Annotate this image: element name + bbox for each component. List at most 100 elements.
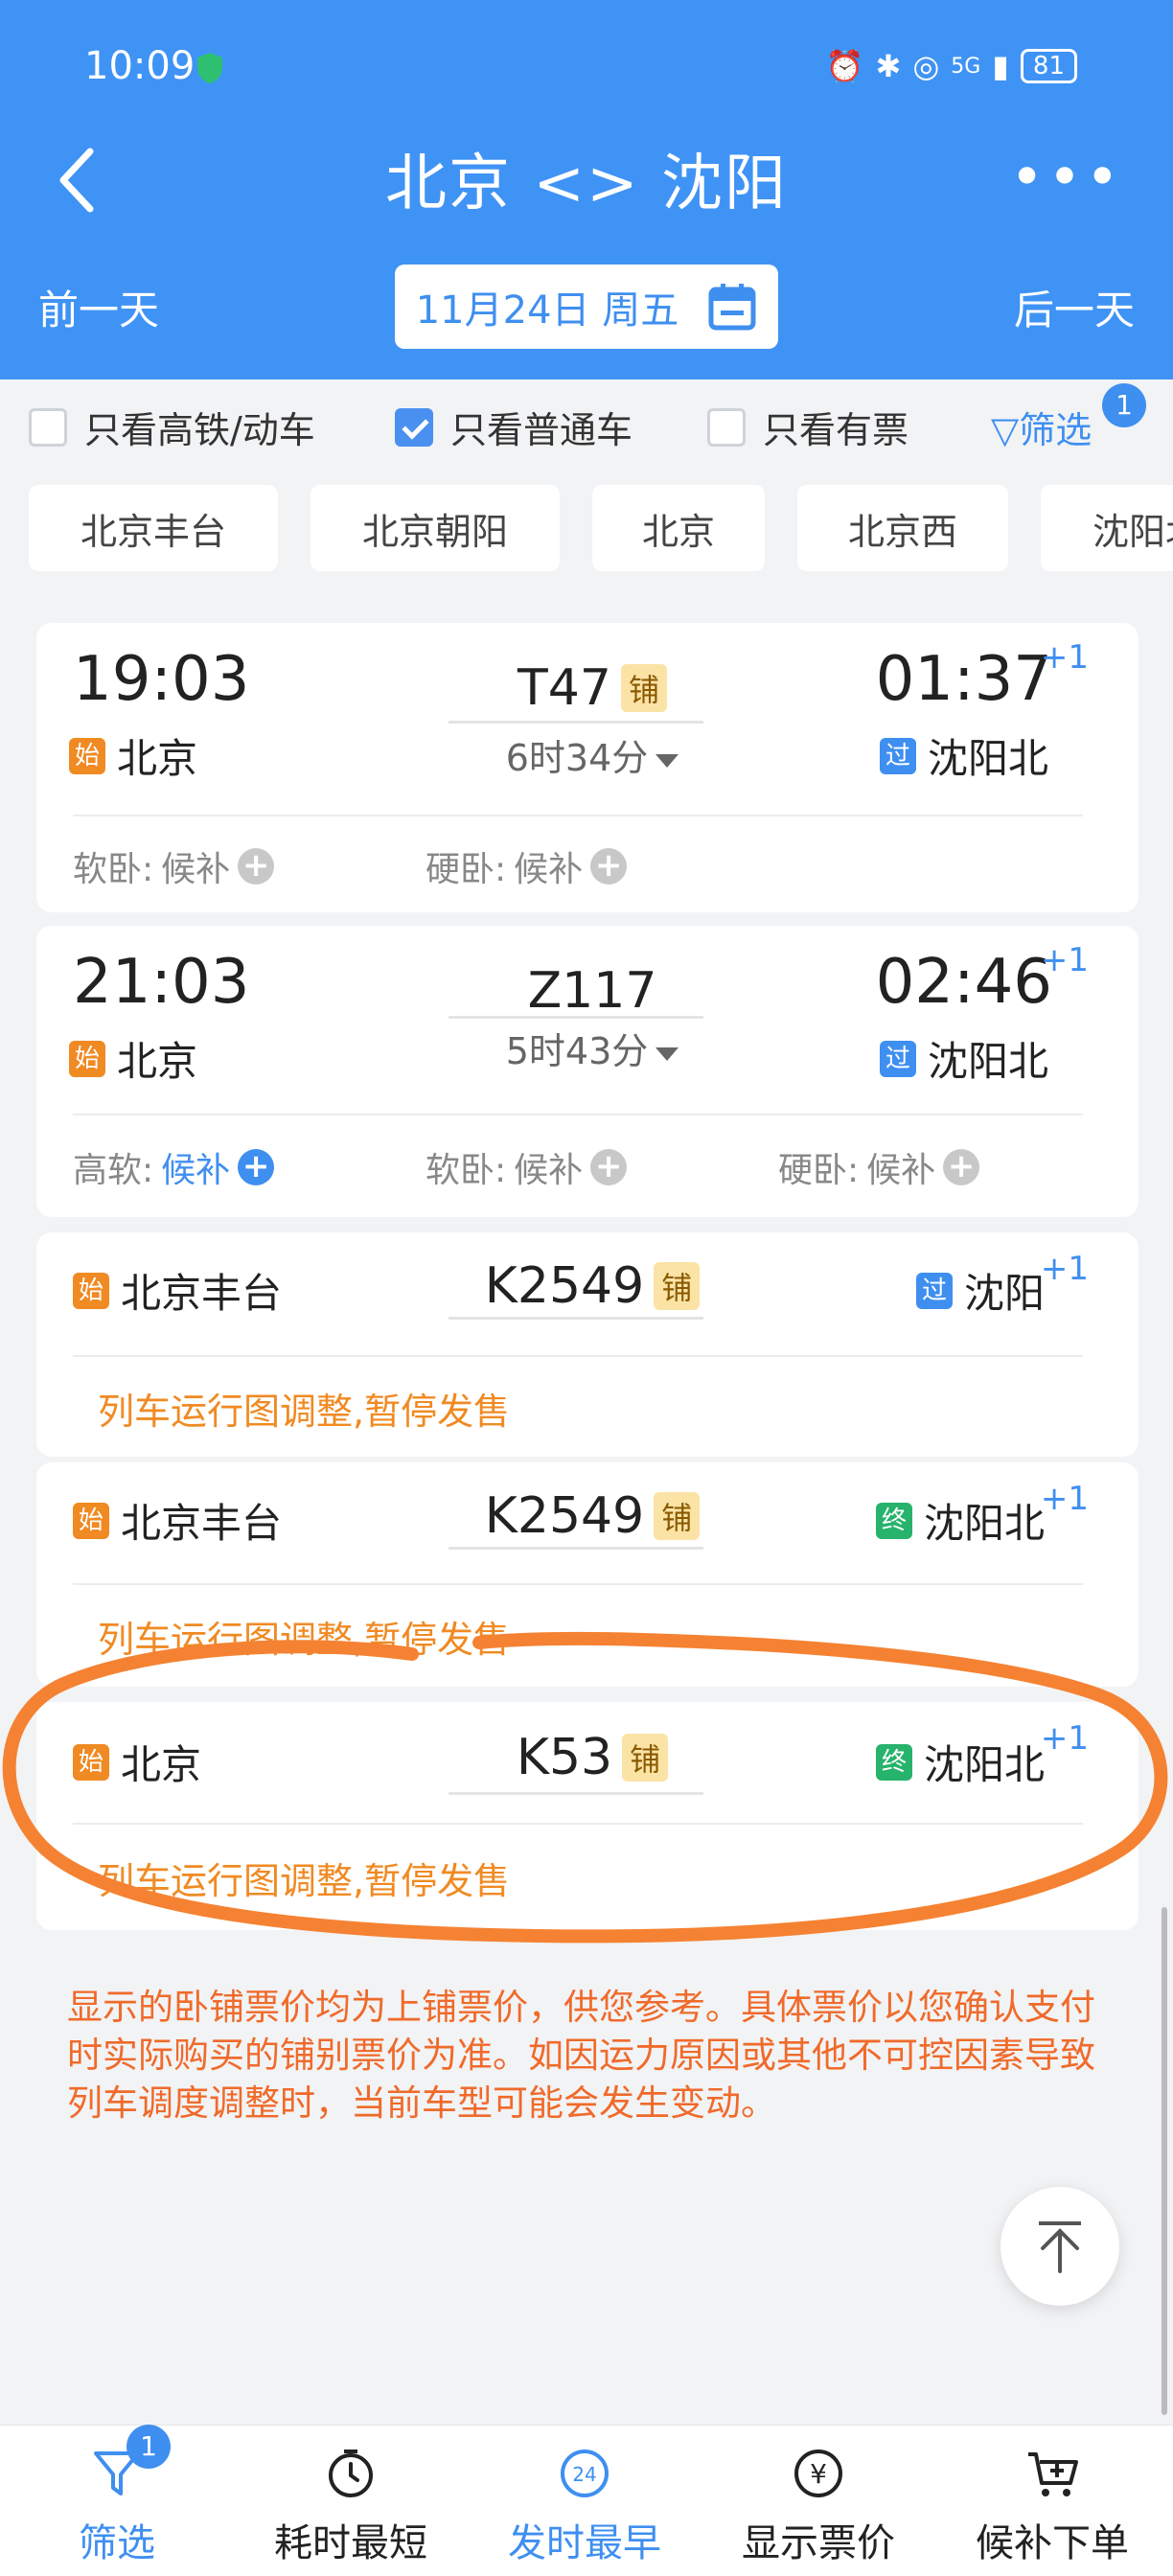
seat-status: 候补 (866, 1151, 936, 1190)
status-time: 10:09 (84, 44, 196, 88)
duration: 6时34分 (448, 728, 736, 781)
train-card[interactable]: 21:03 Z117 5时43分 02:46 +1 始北京 过沈阳北 高软: 候补… (36, 926, 1138, 1217)
tab-label: 耗时最短 (274, 2521, 427, 2565)
tab-label: 发时最早 (508, 2521, 661, 2565)
from-station: 始北京 (73, 1733, 201, 1791)
start-tag: 始 (73, 1743, 109, 1781)
station-tab[interactable]: 北京丰台 (29, 485, 278, 571)
train-card[interactable]: 始北京 K53 铺 终沈阳北 +1 列车运行图调整,暂停发售 (36, 1702, 1138, 1930)
calendar-icon (708, 284, 756, 331)
only-normal-checkbox[interactable]: 只看普通车 (395, 401, 632, 453)
station-tab[interactable]: 北京朝阳 (310, 485, 560, 571)
from-station-name: 北京 (121, 1741, 202, 1788)
only-high-speed-checkbox[interactable]: 只看高铁/动车 (29, 401, 315, 453)
seat-status: 候补 (161, 1151, 231, 1190)
divider (448, 721, 703, 724)
tab-filter[interactable]: 筛选 (0, 2445, 234, 2567)
separator (73, 1823, 1083, 1825)
from-station: 始北京 (69, 726, 197, 785)
from-station-name: 北京丰台 (121, 1500, 283, 1547)
bluetooth-icon: ✱ (875, 48, 902, 84)
train-number-text: Z117 (527, 962, 657, 1020)
seat-name: 硬卧: (778, 1151, 860, 1190)
battery-indicator: 81 (1020, 49, 1077, 83)
berth-tag: 铺 (620, 664, 667, 712)
divider (448, 1547, 703, 1550)
scrollbar[interactable] (1162, 1907, 1167, 2415)
station-tab[interactable]: 沈阳北 (1041, 485, 1173, 571)
from-station-name: 北京 (117, 735, 198, 782)
back-to-top-button[interactable] (1000, 2187, 1119, 2306)
train-number-text: K53 (516, 1729, 613, 1786)
status-icons: ⏰ ✱ ◎ 5G ▮ 81 (826, 48, 1077, 84)
pass-tag: 过 (916, 1272, 953, 1309)
seat-option[interactable]: 软卧: 候补 + (426, 1142, 628, 1192)
seat-option[interactable]: 软卧: 候补 + (73, 841, 275, 891)
train-number: K2549 铺 (448, 1487, 736, 1545)
hotspot-icon: ◎ (912, 48, 940, 84)
sale-suspended-text: 列车运行图调整,暂停发售 (98, 1391, 511, 1433)
tab-waitlist-order[interactable]: 候补下单 (935, 2445, 1169, 2567)
start-tag: 始 (69, 737, 105, 774)
start-tag: 始 (73, 1272, 109, 1309)
tab-earliest-departure[interactable]: 24 发时最早 (468, 2445, 702, 2567)
station-tab[interactable]: 北京 (592, 485, 765, 571)
sale-suspended-text: 列车运行图调整,暂停发售 (98, 1619, 511, 1661)
seat-option[interactable]: 硬卧: 候补 + (778, 1142, 980, 1192)
add-waitlist-icon[interactable]: + (238, 1149, 275, 1185)
next-day-button[interactable]: 后一天 (1014, 278, 1135, 336)
alarm-icon: ⏰ (825, 48, 864, 84)
tab-shortest-duration[interactable]: 耗时最短 (234, 2445, 468, 2567)
seat-name: 硬卧: (426, 850, 507, 889)
to-station-name: 沈阳 (964, 1270, 1046, 1317)
to-station: 过沈阳北 (880, 726, 1048, 785)
train-card[interactable]: 始北京丰台 K2549 铺 过沈阳 +1 列车运行图调整,暂停发售 (36, 1232, 1138, 1457)
add-waitlist-icon[interactable]: + (943, 1149, 980, 1185)
add-waitlist-icon[interactable]: + (238, 848, 275, 885)
to-station: 过沈阳北 (880, 1029, 1048, 1088)
header: 10:09 ⏰ ✱ ◎ 5G ▮ 81 北京 <> 沈阳 ••• 前一天 11月… (0, 0, 1173, 380)
yen-icon: ¥ (794, 2450, 842, 2497)
filter-button[interactable]: ▽筛选 (991, 401, 1092, 453)
train-card[interactable]: 始北京丰台 K2549 铺 终沈阳北 +1 列车运行图调整,暂停发售 (36, 1462, 1138, 1687)
seat-option[interactable]: 硬卧: 候补 + (426, 841, 628, 891)
tab-show-fare[interactable]: ¥ 显示票价 (702, 2445, 935, 2567)
seat-status: 候补 (514, 1151, 584, 1190)
add-waitlist-icon[interactable]: + (590, 1149, 628, 1185)
tab-label: 筛选 (79, 2521, 155, 2565)
from-station-name: 北京 (117, 1038, 198, 1085)
separator (73, 1583, 1083, 1585)
station-tab[interactable]: 北京西 (797, 485, 1008, 571)
filter-label: 筛选 (1019, 409, 1092, 451)
shield-icon (197, 53, 222, 83)
seat-option[interactable]: 高软: 候补 + (73, 1142, 275, 1192)
expand-icon (656, 753, 679, 768)
date-label: 11月24日 周五 (415, 288, 679, 333)
filter-count-badge: 1 (1102, 383, 1146, 427)
prev-day-button[interactable]: 前一天 (38, 278, 159, 336)
add-waitlist-icon[interactable]: + (590, 848, 628, 885)
start-tag: 始 (73, 1502, 109, 1539)
duration-text: 6时34分 (505, 737, 649, 779)
sale-suspended-text: 列车运行图调整,暂停发售 (98, 1860, 511, 1902)
divider (448, 1317, 703, 1320)
separator (73, 1355, 1083, 1357)
next-day-mark: +1 (1040, 1250, 1089, 1288)
arrival-time: 02:46 (875, 947, 1052, 1018)
duration: 5时43分 (448, 1022, 736, 1074)
from-station: 始北京 (69, 1029, 197, 1088)
date-picker[interactable]: 11月24日 周五 (395, 264, 778, 349)
next-day-mark: +1 (1040, 941, 1089, 979)
departure-time: 21:03 (73, 947, 250, 1018)
train-number-text: K2549 (484, 1257, 645, 1315)
only-available-checkbox[interactable]: 只看有票 (707, 401, 908, 453)
network-label: 5G (951, 54, 981, 79)
train-number: K53 铺 (448, 1729, 736, 1786)
bottom-tab-bar: 筛选 耗时最短 24 发时最早 ¥ 显示票价 候补下单 (0, 2425, 1173, 2576)
pass-tag: 过 (880, 737, 916, 774)
more-menu-icon[interactable]: ••• (1010, 144, 1123, 211)
cart-icon (1028, 2452, 1078, 2496)
train-card[interactable]: 19:03 T47 铺 6时34分 01:37 +1 始北京 过沈阳北 软卧: 候补… (36, 623, 1138, 912)
timer-icon (329, 2450, 373, 2497)
next-day-mark: +1 (1040, 1719, 1089, 1758)
